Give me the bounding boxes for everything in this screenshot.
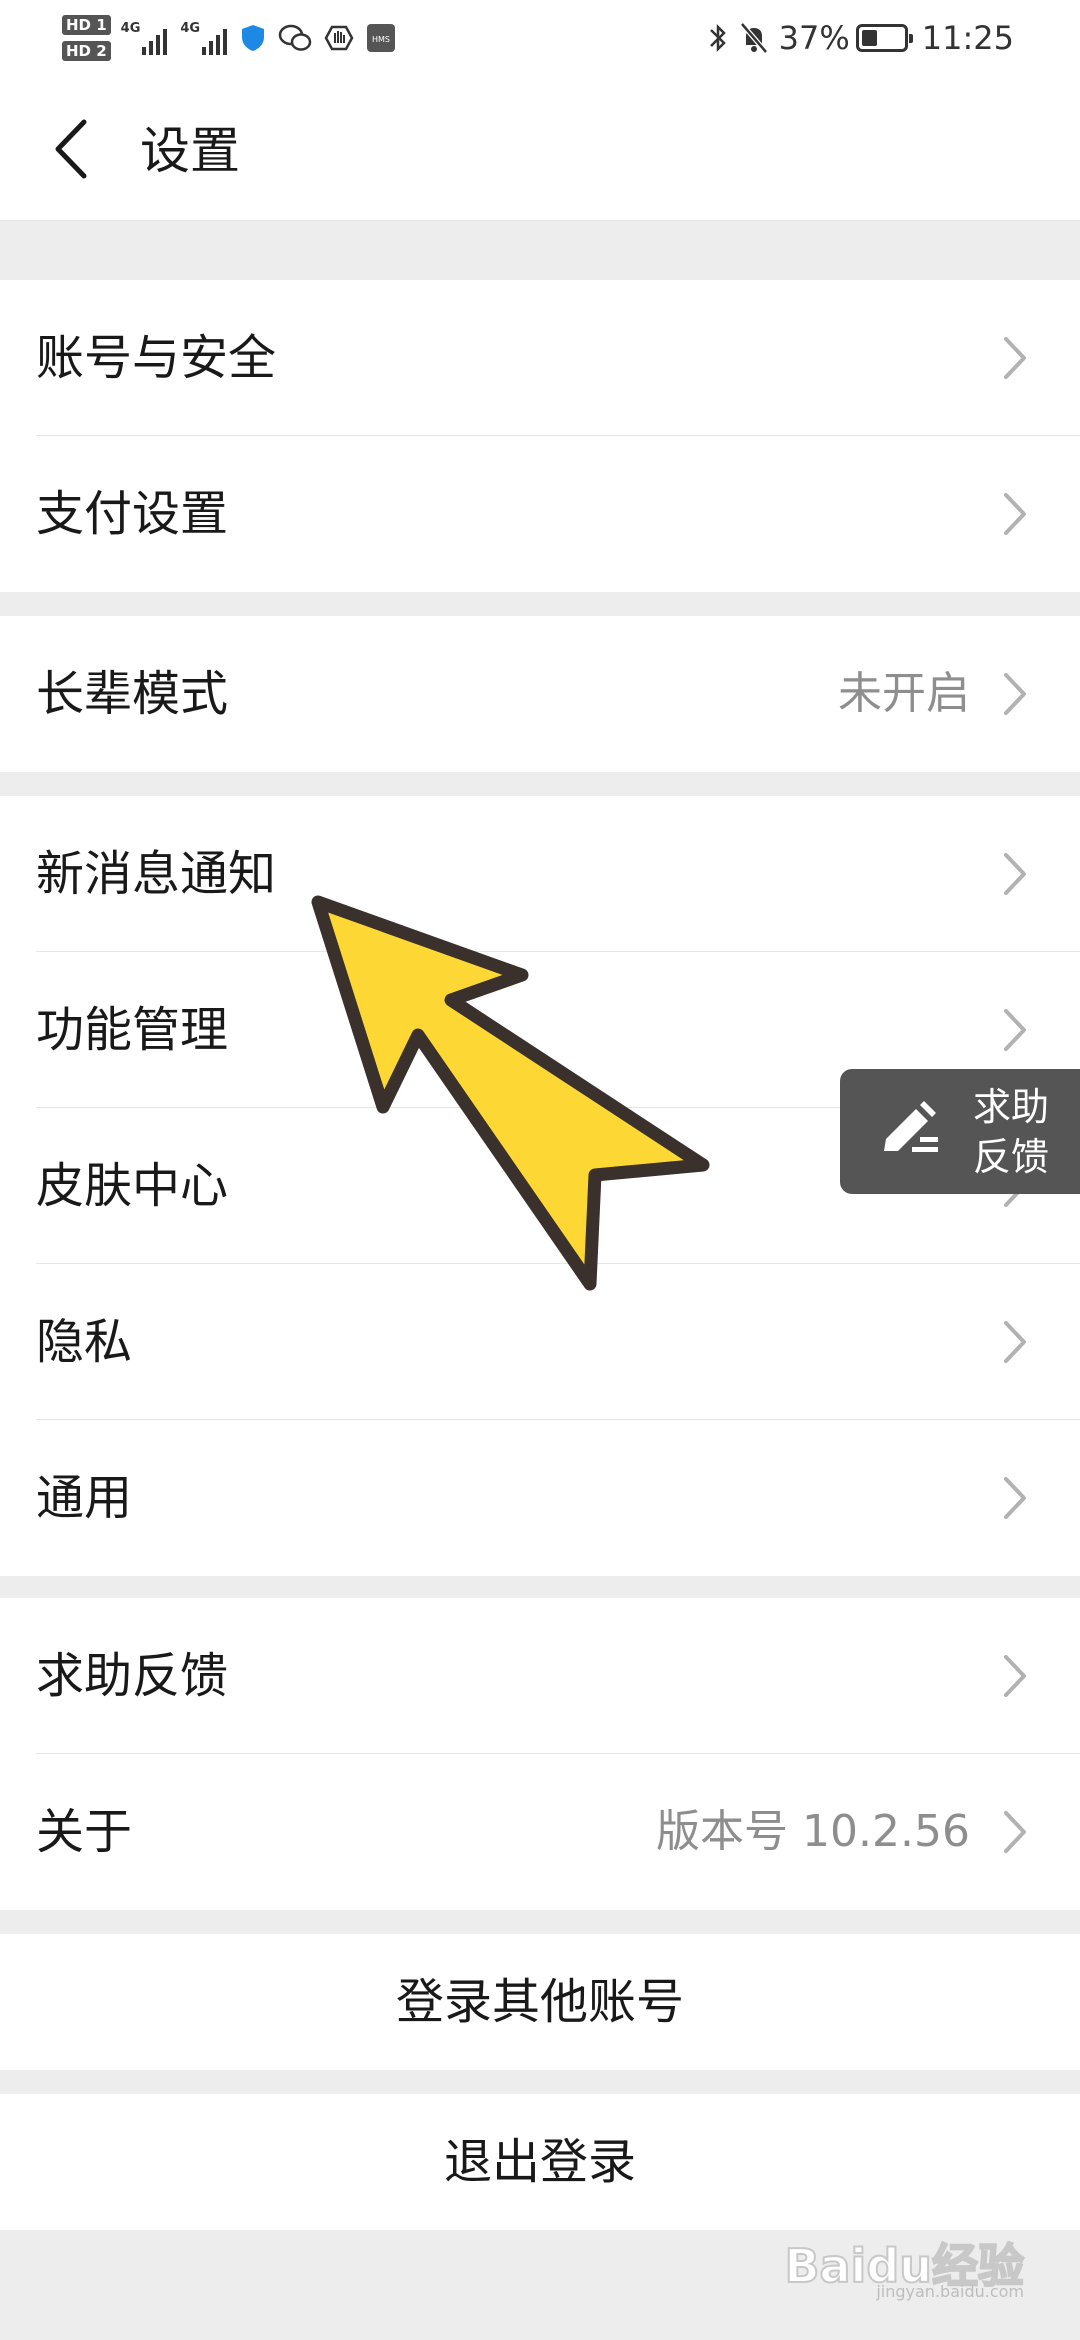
nav-header: 设置 — [0, 78, 1080, 221]
network-type-1: 4G — [120, 21, 141, 36]
row-payment-settings[interactable]: 支付设置 — [0, 436, 1080, 592]
chevron-right-icon — [1004, 1321, 1026, 1363]
version-value: 版本号 10.2.56 — [656, 1806, 970, 1857]
status-right: 37% 11:25 — [707, 8, 1014, 68]
network-type-2: 4G — [180, 21, 201, 36]
chevron-right-icon — [1004, 493, 1026, 535]
fab-label-line2: 反馈 — [973, 1135, 1050, 1179]
row-label: 长辈模式 — [36, 666, 229, 722]
settings-group-elder: 长辈模式 未开启 — [0, 616, 1080, 772]
row-label: 隐私 — [36, 1314, 133, 1370]
chevron-right-icon — [1004, 337, 1026, 379]
chevron-right-icon — [1004, 1009, 1026, 1051]
bell-muted-icon — [739, 22, 768, 54]
sim-indicators: HD 1 HD 2 — [62, 15, 111, 61]
help-feedback-floating-button[interactable]: 求助 反馈 — [840, 1069, 1080, 1194]
row-label: 支付设置 — [36, 486, 229, 542]
chevron-right-icon — [1004, 853, 1026, 895]
chevron-right-icon — [1004, 1811, 1026, 1853]
svg-text:HMS: HMS — [372, 35, 390, 44]
row-about[interactable]: 关于 版本号 10.2.56 — [0, 1754, 1080, 1910]
chevron-right-icon — [1004, 1655, 1026, 1697]
chevron-right-icon — [1004, 673, 1026, 715]
status-bar: HD 1 HD 2 4G 4G HMS 37% 11:25 — [0, 0, 1080, 78]
chevron-left-icon[interactable] — [48, 114, 98, 184]
watermark: Baidu经验 jingyan.baidu.com — [783, 2230, 1025, 2301]
settings-group-help: 求助反馈 关于 版本号 10.2.56 — [0, 1598, 1080, 1910]
battery-percent: 37% — [778, 19, 850, 57]
row-privacy[interactable]: 隐私 — [0, 1264, 1080, 1420]
shield-icon — [242, 25, 265, 51]
row-label: 求助反馈 — [36, 1648, 229, 1704]
row-help-feedback[interactable]: 求助反馈 — [0, 1598, 1080, 1754]
clock: 11:25 — [921, 19, 1014, 57]
sim1-badge: HD 1 — [62, 15, 111, 35]
status-left: HD 1 HD 2 4G 4G HMS — [62, 8, 408, 68]
logout-button[interactable]: 退出登录 — [0, 2094, 1080, 2230]
watermark-url: jingyan.baidu.com — [876, 2282, 1024, 2301]
hand-icon — [324, 25, 354, 51]
chevron-right-icon — [1004, 1477, 1026, 1519]
row-label: 功能管理 — [36, 1002, 229, 1058]
row-account-security[interactable]: 账号与安全 — [0, 280, 1080, 436]
row-label: 皮肤中心 — [36, 1158, 229, 1214]
settings-group-account: 账号与安全 支付设置 — [0, 280, 1080, 592]
signal-2-icon: 4G — [180, 21, 230, 55]
row-label: 账号与安全 — [36, 330, 277, 386]
page-title: 设置 — [140, 122, 240, 180]
pencil-icon — [884, 1101, 938, 1152]
row-new-message-notification[interactable]: 新消息通知 — [0, 796, 1080, 952]
hms-icon: HMS — [367, 24, 396, 52]
battery-icon — [855, 24, 913, 52]
row-general[interactable]: 通用 — [0, 1420, 1080, 1576]
row-label: 通用 — [36, 1470, 133, 1526]
wechat-icon — [278, 24, 312, 51]
fab-label-line1: 求助 — [973, 1085, 1050, 1129]
bluetooth-icon — [709, 23, 726, 53]
sim2-badge: HD 2 — [62, 41, 111, 61]
switch-account-button[interactable]: 登录其他账号 — [0, 1934, 1080, 2070]
row-label: 关于 — [36, 1804, 133, 1860]
signal-1-icon: 4G — [121, 21, 171, 55]
row-value: 未开启 — [838, 668, 970, 719]
row-label: 新消息通知 — [36, 846, 277, 902]
row-elder-mode[interactable]: 长辈模式 未开启 — [0, 616, 1080, 772]
